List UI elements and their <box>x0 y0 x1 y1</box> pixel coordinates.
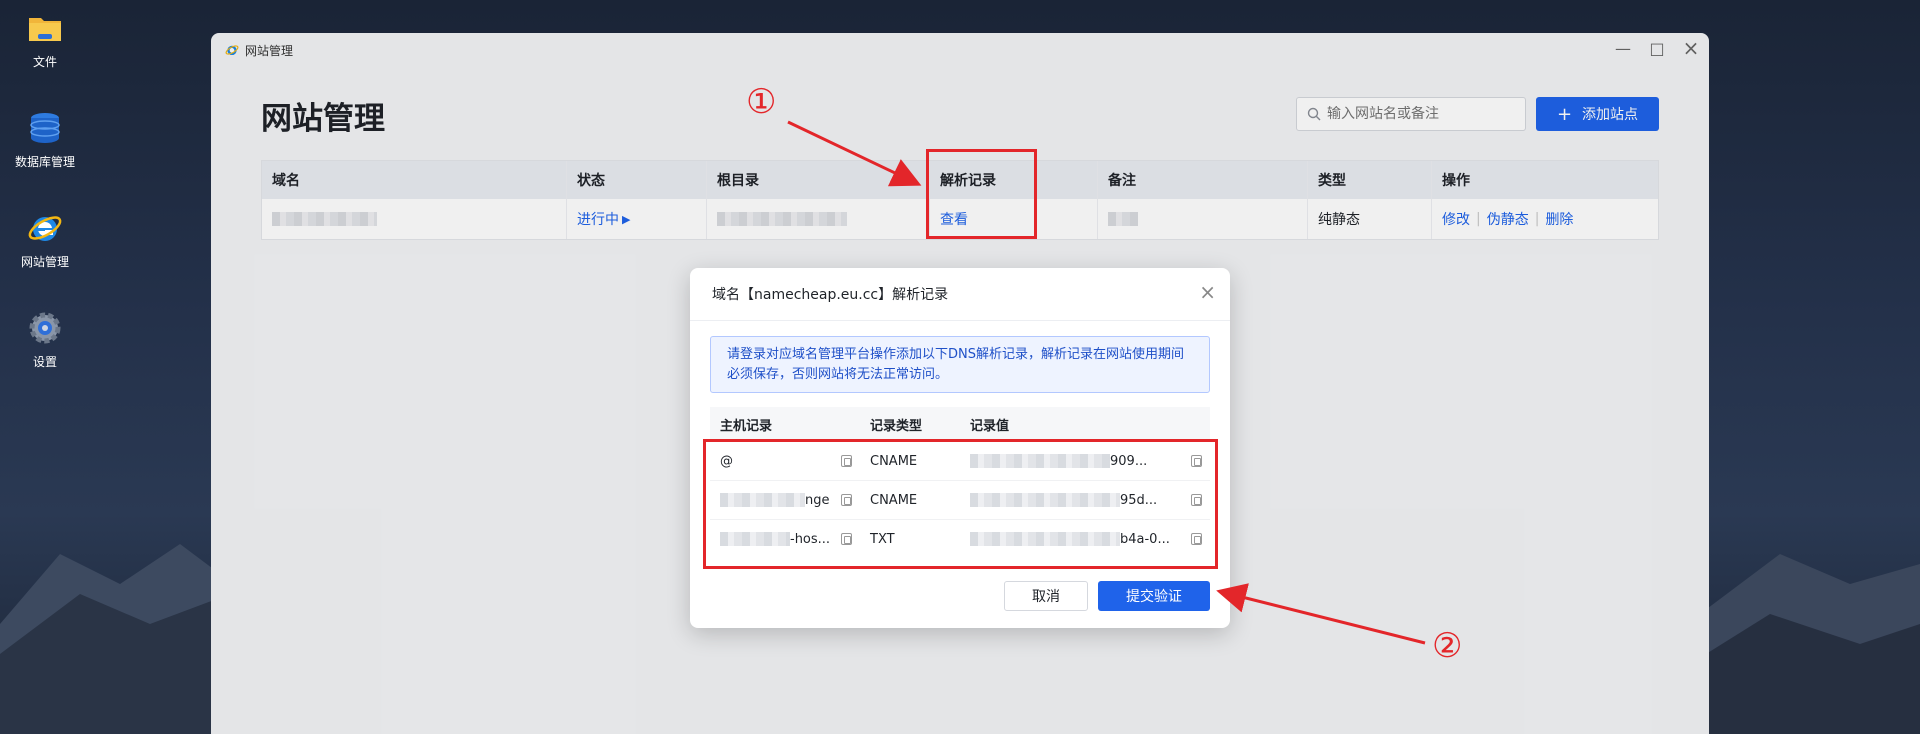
desktop-icon-website[interactable]: 网站管理 <box>0 210 90 270</box>
dialog-divider <box>690 320 1230 321</box>
annotation-marker-2: ② <box>1432 626 1463 666</box>
cancel-button[interactable]: 取消 <box>1004 581 1088 611</box>
col-record-value: 记录值 <box>970 418 1010 434</box>
submit-verify-button[interactable]: 提交验证 <box>1098 581 1210 611</box>
col-record-type: 记录类型 <box>870 418 923 434</box>
folder-icon <box>29 18 61 41</box>
desktop-icon-label: 数据库管理 <box>14 155 75 169</box>
annotation-marker-1: ① <box>746 82 777 122</box>
desktop-icon-settings[interactable]: 设置 <box>0 310 90 370</box>
desktop-icon-label: 网站管理 <box>20 255 69 269</box>
dialog-title: 域名【namecheap.eu.cc】解析记录 <box>712 287 949 303</box>
gear-icon <box>29 312 61 344</box>
dns-table-header: 主机记录 记录类型 记录值 <box>710 407 1210 441</box>
highlight-box-dns-column <box>926 149 1037 239</box>
info-alert: 请登录对应域名管理平台操作添加以下DNS解析记录，解析记录在网站使用期间必须保存… <box>710 336 1210 393</box>
desktop-icon-database[interactable]: 数据库管理 <box>0 110 90 170</box>
desktop-icon-label: 设置 <box>32 355 57 369</box>
col-host: 主机记录 <box>720 418 773 434</box>
desktop-icon-files[interactable]: 文件 <box>0 10 90 70</box>
ie-icon <box>28 216 62 241</box>
desktop-icon-label: 文件 <box>32 55 57 69</box>
close-icon[interactable]: × <box>1199 280 1216 304</box>
database-icon <box>30 113 60 143</box>
highlight-box-dns-records <box>703 439 1218 569</box>
